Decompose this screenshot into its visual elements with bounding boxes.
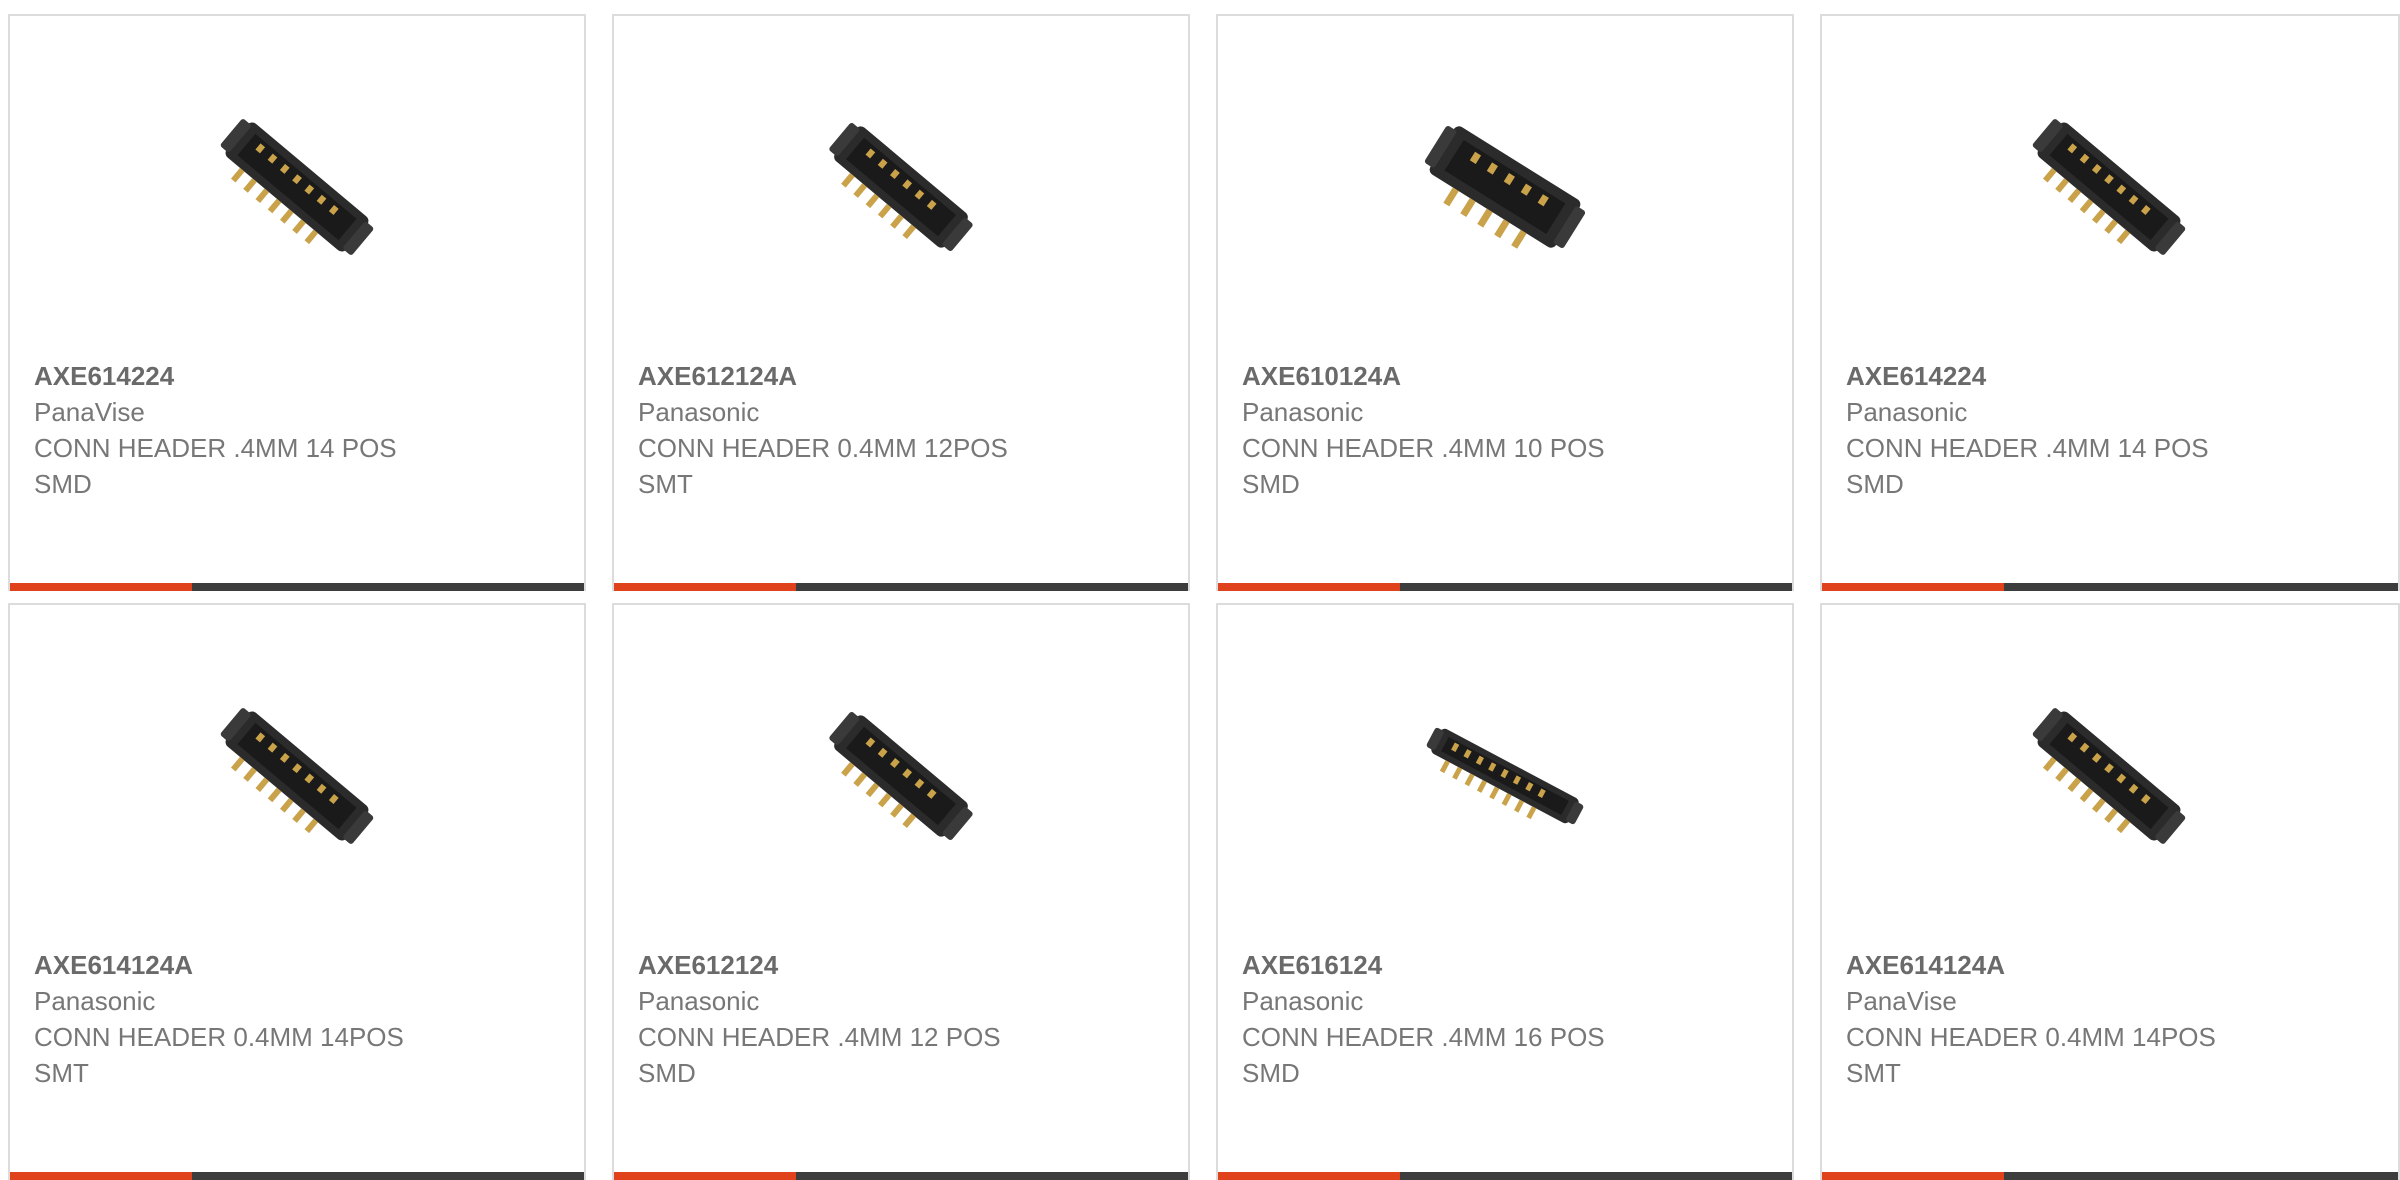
product-card[interactable]: AXE610124A Panasonic CONN HEADER .4MM 10… <box>1216 14 1794 591</box>
connector-header-image[interactable] <box>801 87 1001 287</box>
card-accent-bar <box>614 583 796 591</box>
product-info: AXE610124A Panasonic CONN HEADER .4MM 10… <box>1242 358 1772 502</box>
product-card[interactable]: AXE614224 Panasonic CONN HEADER .4MM 14 … <box>1820 14 2400 591</box>
description-line1: CONN HEADER 0.4MM 12POS <box>638 433 1008 463</box>
description-line1: CONN HEADER 0.4MM 14POS <box>34 1022 404 1052</box>
product-card[interactable]: AXE616124 Panasonic CONN HEADER .4MM 16 … <box>1216 603 1794 1180</box>
part-number[interactable]: AXE616124 <box>1242 947 1772 983</box>
card-bottom-bar <box>614 1172 1188 1180</box>
product-card[interactable]: AXE614224 PanaVise CONN HEADER .4MM 14 P… <box>8 14 586 591</box>
connector-header-image[interactable] <box>2009 676 2209 876</box>
description-line2: SMT <box>34 1058 89 1088</box>
card-accent-bar <box>1218 1172 1400 1180</box>
card-bottom-bar <box>10 1172 584 1180</box>
connector-icon <box>2032 708 2186 844</box>
product-card[interactable]: AXE614124A PanaVise CONN HEADER 0.4MM 14… <box>1820 603 2400 1180</box>
manufacturer: Panasonic <box>638 986 760 1016</box>
description-line2: SMD <box>1242 469 1300 499</box>
connector-header-image[interactable] <box>197 676 397 876</box>
card-accent-bar <box>1218 583 1400 591</box>
product-card[interactable]: AXE612124 Panasonic CONN HEADER .4MM 12 … <box>612 603 1190 1180</box>
connector-icon <box>829 712 973 840</box>
card-accent-bar <box>10 1172 192 1180</box>
description-line1: CONN HEADER .4MM 10 POS <box>1242 433 1605 463</box>
card-accent-bar <box>10 583 192 591</box>
manufacturer: Panasonic <box>1242 397 1364 427</box>
connector-icon <box>220 119 374 255</box>
card-bottom-bar <box>1822 583 2398 591</box>
connector-header-image[interactable] <box>801 676 1001 876</box>
description-line2: SMD <box>1242 1058 1300 1088</box>
connector-header-image[interactable] <box>2009 87 2209 287</box>
description-line2: SMD <box>638 1058 696 1088</box>
description-line2: SMT <box>1846 1058 1901 1088</box>
connector-icon <box>2032 119 2186 255</box>
card-bottom-bar <box>10 583 584 591</box>
product-card[interactable]: AXE614124A Panasonic CONN HEADER 0.4MM 1… <box>8 603 586 1180</box>
description-line1: CONN HEADER .4MM 16 POS <box>1242 1022 1605 1052</box>
description-line2: SMD <box>34 469 92 499</box>
description-line2: SMT <box>638 469 693 499</box>
part-number[interactable]: AXE614224 <box>34 358 564 394</box>
card-accent-bar <box>1822 1172 2004 1180</box>
product-info: AXE614124A PanaVise CONN HEADER 0.4MM 14… <box>1846 947 2378 1091</box>
manufacturer: Panasonic <box>638 397 760 427</box>
description-line1: CONN HEADER .4MM 12 POS <box>638 1022 1001 1052</box>
manufacturer: Panasonic <box>1242 986 1364 1016</box>
part-number[interactable]: AXE614224 <box>1846 358 2378 394</box>
description-line1: CONN HEADER .4MM 14 POS <box>1846 433 2209 463</box>
manufacturer: Panasonic <box>34 986 156 1016</box>
manufacturer: Panasonic <box>1846 397 1968 427</box>
connector-icon <box>829 123 973 251</box>
product-card[interactable]: AXE612124A Panasonic CONN HEADER 0.4MM 1… <box>612 14 1190 591</box>
connector-header-image[interactable] <box>197 87 397 287</box>
product-info: AXE614224 PanaVise CONN HEADER .4MM 14 P… <box>34 358 564 502</box>
connector-header-image[interactable] <box>1405 676 1605 876</box>
part-number[interactable]: AXE610124A <box>1242 358 1772 394</box>
connector-icon <box>1426 727 1584 825</box>
product-info: AXE612124A Panasonic CONN HEADER 0.4MM 1… <box>638 358 1168 502</box>
description-line1: CONN HEADER .4MM 14 POS <box>34 433 397 463</box>
connector-icon <box>1424 126 1586 249</box>
card-bottom-bar <box>1822 1172 2398 1180</box>
manufacturer: PanaVise <box>34 397 145 427</box>
manufacturer: PanaVise <box>1846 986 1957 1016</box>
part-number[interactable]: AXE614124A <box>34 947 564 983</box>
card-accent-bar <box>614 1172 796 1180</box>
part-number[interactable]: AXE612124 <box>638 947 1168 983</box>
product-info: AXE614224 Panasonic CONN HEADER .4MM 14 … <box>1846 358 2378 502</box>
description-line1: CONN HEADER 0.4MM 14POS <box>1846 1022 2216 1052</box>
card-bottom-bar <box>614 583 1188 591</box>
card-accent-bar <box>1822 583 2004 591</box>
description-line2: SMD <box>1846 469 1904 499</box>
connector-header-image[interactable] <box>1405 87 1605 287</box>
product-info: AXE612124 Panasonic CONN HEADER .4MM 12 … <box>638 947 1168 1091</box>
card-bottom-bar <box>1218 1172 1792 1180</box>
product-grid: AXE614224 PanaVise CONN HEADER .4MM 14 P… <box>0 0 2400 1180</box>
product-info: AXE614124A Panasonic CONN HEADER 0.4MM 1… <box>34 947 564 1091</box>
part-number[interactable]: AXE612124A <box>638 358 1168 394</box>
connector-icon <box>220 708 374 844</box>
card-bottom-bar <box>1218 583 1792 591</box>
part-number[interactable]: AXE614124A <box>1846 947 2378 983</box>
product-info: AXE616124 Panasonic CONN HEADER .4MM 16 … <box>1242 947 1772 1091</box>
